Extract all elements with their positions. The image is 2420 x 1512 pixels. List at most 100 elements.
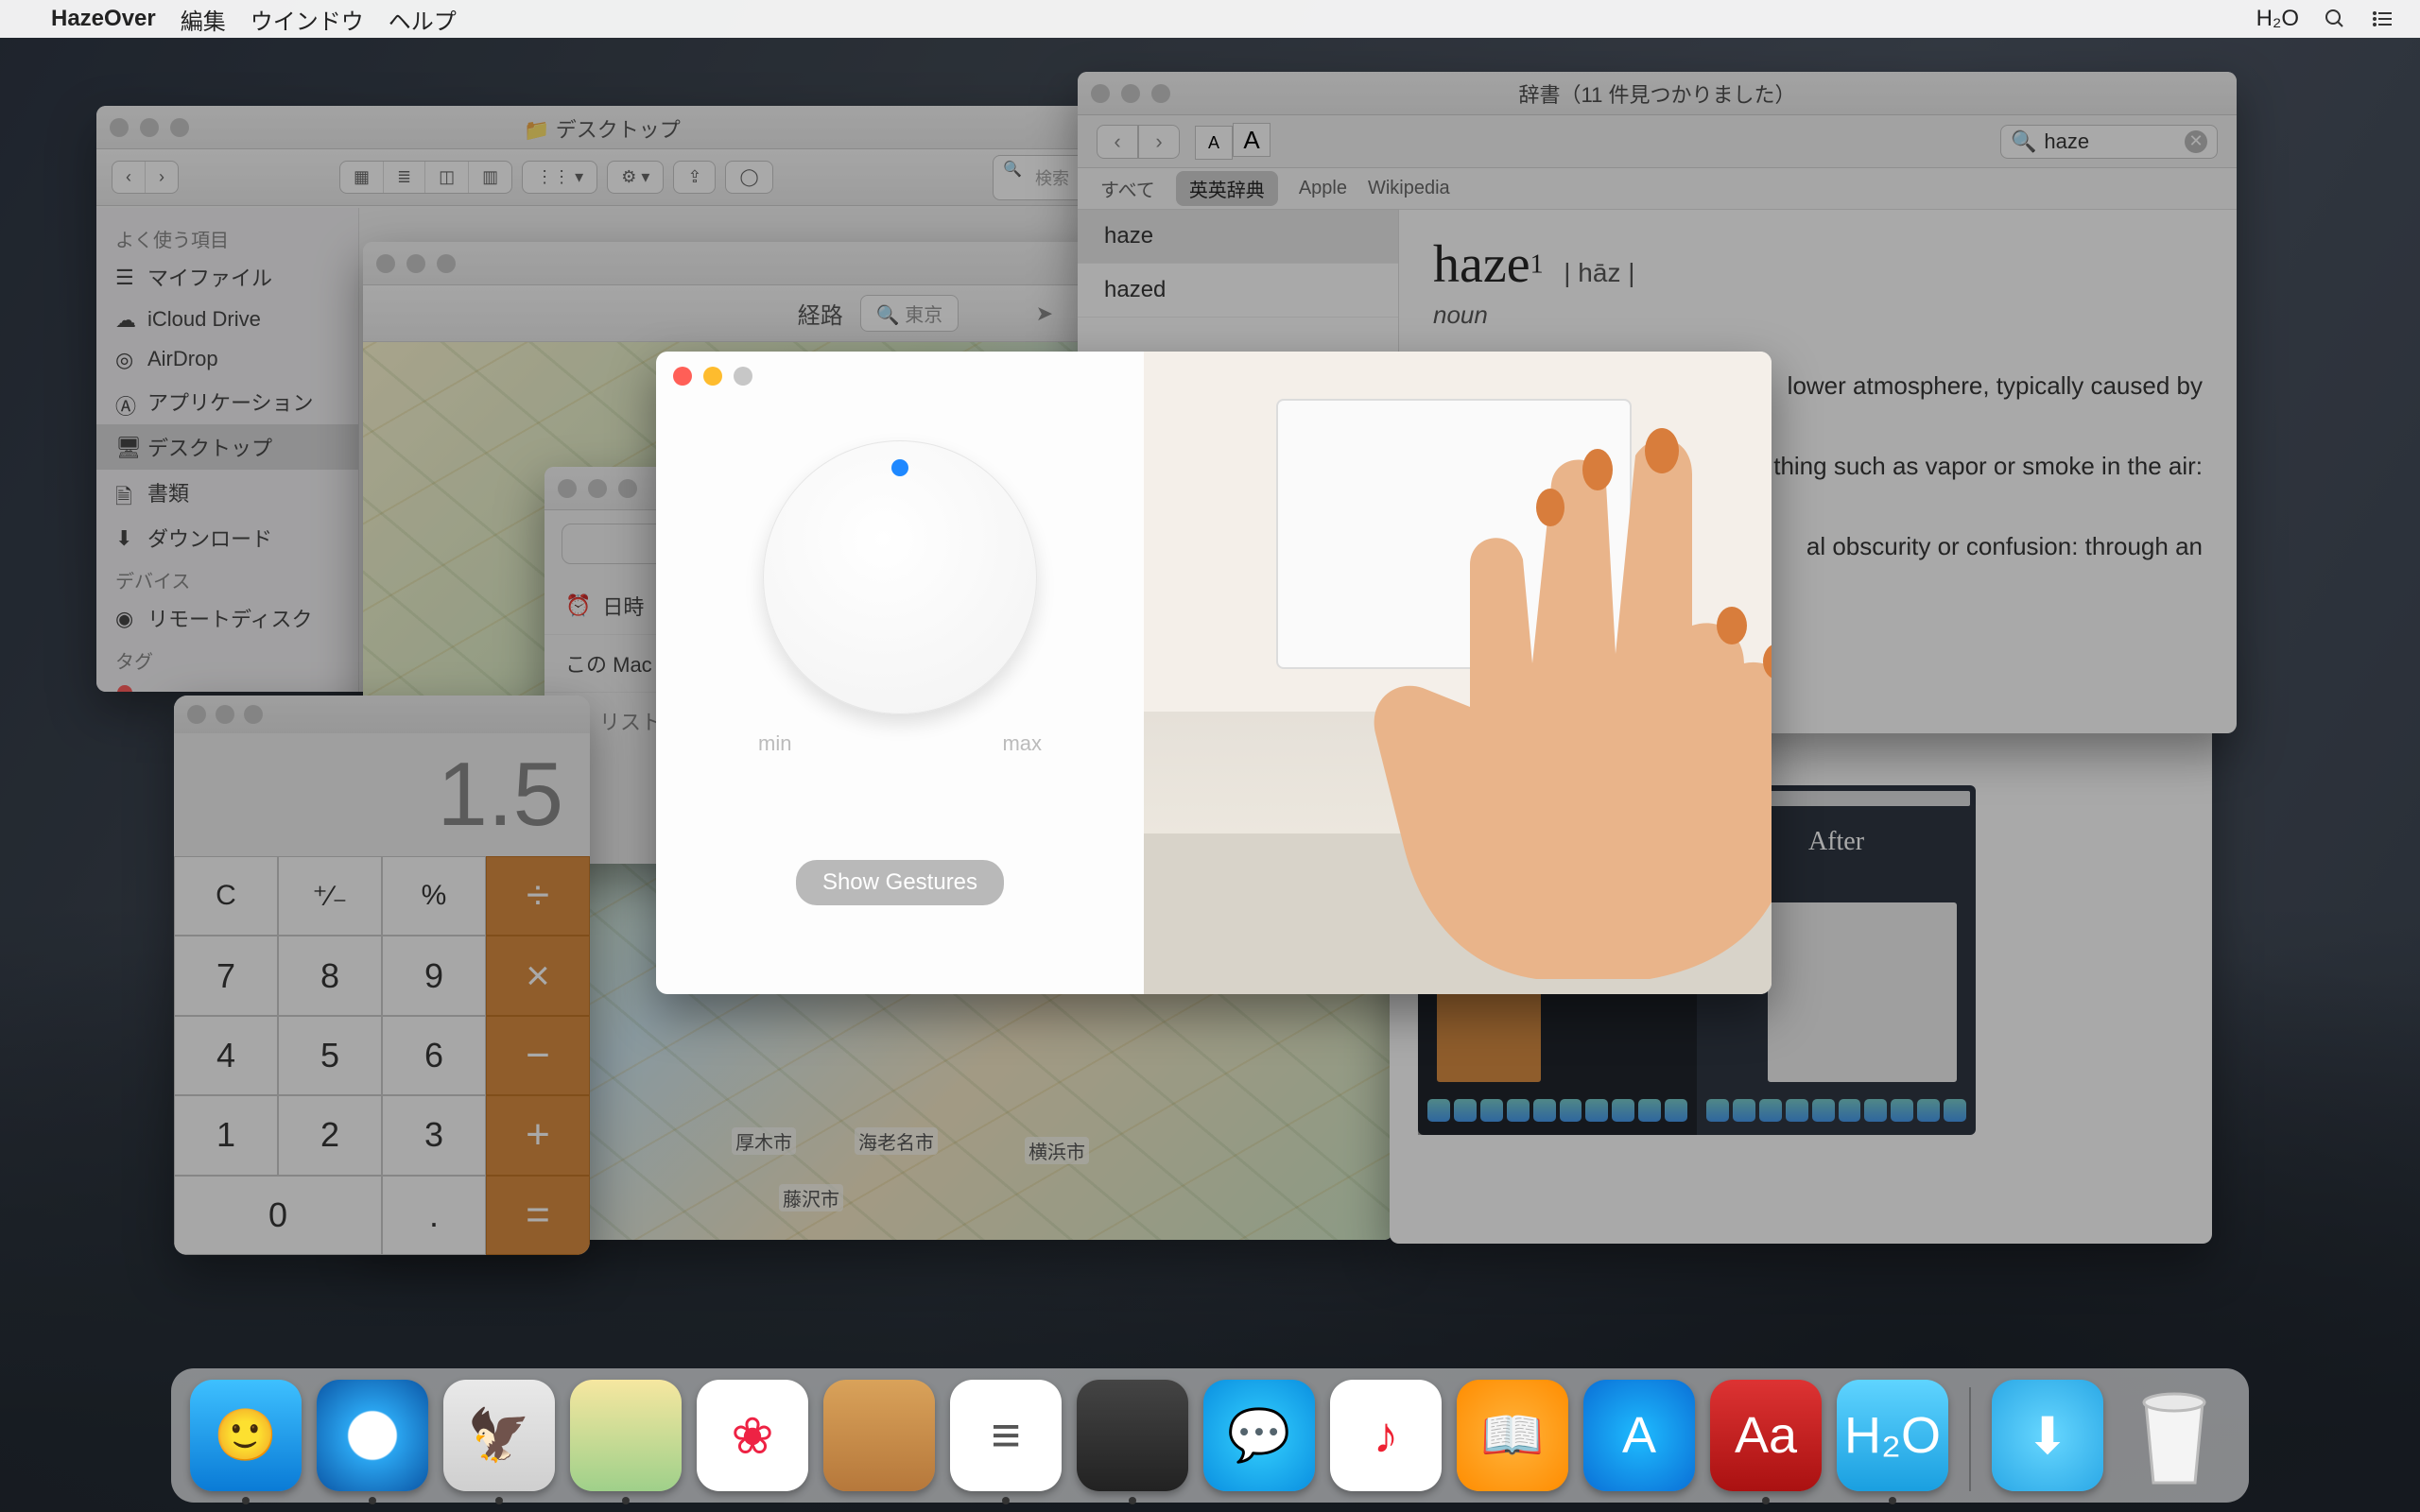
dock-downloads[interactable]: ⬇ bbox=[1992, 1380, 2103, 1491]
result-hazed[interactable]: hazed bbox=[1078, 264, 1398, 318]
finder-title: デスクトップ bbox=[556, 118, 681, 142]
dial-max: max bbox=[1002, 731, 1042, 756]
key-multiply[interactable]: × bbox=[486, 936, 590, 1015]
dock: 🙂 🦅 ❀ ≡ 💬♪📖AAaH₂O ⬇ bbox=[171, 1368, 2249, 1503]
menubar-item-window[interactable]: ウインドウ bbox=[251, 3, 364, 36]
key-decimal[interactable]: . bbox=[382, 1176, 486, 1255]
menubar-app-name[interactable]: HazeOver bbox=[51, 6, 156, 32]
dial-indicator bbox=[891, 459, 908, 476]
key-9[interactable]: 9 bbox=[382, 936, 486, 1015]
dock-photos[interactable]: ❀ bbox=[697, 1380, 808, 1491]
src-apple[interactable]: Apple bbox=[1299, 178, 1347, 199]
dict-fontsize[interactable]: AA bbox=[1195, 123, 1270, 160]
location-icon[interactable]: ➤ bbox=[1036, 301, 1053, 326]
sidebar-header-favorites: よく使う項目 bbox=[96, 219, 358, 254]
menubar: HazeOver 編集 ウインドウ ヘルプ H₂O bbox=[0, 0, 2420, 38]
key-2[interactable]: 2 bbox=[278, 1095, 382, 1175]
dock-messages[interactable]: 💬 bbox=[1203, 1380, 1315, 1491]
dock-itunes[interactable]: ♪ bbox=[1330, 1380, 1442, 1491]
dock-mail[interactable]: 🦅 bbox=[443, 1380, 555, 1491]
dock-contacts[interactable] bbox=[823, 1380, 935, 1491]
result-haze[interactable]: haze bbox=[1078, 210, 1398, 264]
minimize-icon[interactable] bbox=[140, 118, 159, 137]
dock-safari[interactable] bbox=[317, 1380, 428, 1491]
dock-calculator[interactable] bbox=[1077, 1380, 1188, 1491]
menubar-item-edit[interactable]: 編集 bbox=[181, 3, 226, 36]
sidebar-item-icloud[interactable]: ☁iCloud Drive bbox=[96, 300, 358, 339]
hand-illustration bbox=[1361, 418, 1772, 985]
zoom-icon[interactable] bbox=[244, 705, 263, 724]
minimize-icon[interactable] bbox=[216, 705, 234, 724]
key-5[interactable]: 5 bbox=[278, 1016, 382, 1095]
dial-min: min bbox=[758, 731, 791, 756]
intensity-dial[interactable] bbox=[763, 440, 1037, 714]
key-minus[interactable]: − bbox=[486, 1016, 590, 1095]
share-button[interactable]: ⇪ bbox=[673, 161, 716, 194]
key-negate[interactable]: ⁺∕₋ bbox=[278, 856, 382, 936]
key-percent[interactable]: % bbox=[382, 856, 486, 936]
sidebar-item-documents[interactable]: 🗎書類 bbox=[96, 470, 358, 515]
calc-keypad: C ⁺∕₋ % ÷ 7 8 9 × 4 5 6 − 1 2 3 + 0 . = bbox=[174, 856, 590, 1255]
spotlight-icon[interactable] bbox=[2324, 8, 2346, 30]
menubar-item-help[interactable]: ヘルプ bbox=[389, 3, 457, 36]
tag-red[interactable] bbox=[117, 685, 132, 692]
sidebar-item-myfiles[interactable]: ☰マイファイル bbox=[96, 254, 358, 300]
clear-icon[interactable]: ✕ bbox=[2185, 130, 2207, 153]
calculator-window: 1.5 C ⁺∕₋ % ÷ 7 8 9 × 4 5 6 − 1 2 3 + 0 … bbox=[174, 696, 590, 1255]
dock-finder[interactable]: 🙂 bbox=[190, 1380, 302, 1491]
finder-sidebar: よく使う項目 ☰マイファイル ☁iCloud Drive ◎AirDrop Ⓐア… bbox=[96, 208, 359, 692]
dock-hazeover[interactable]: H₂O bbox=[1837, 1380, 1948, 1491]
dict-search-value: haze bbox=[2044, 129, 2089, 154]
key-8[interactable]: 8 bbox=[278, 936, 382, 1015]
sidebar-item-remotedisc[interactable]: ◉リモートディスク bbox=[96, 595, 358, 641]
map-label: 横浜市 bbox=[1025, 1137, 1089, 1164]
hazeover-prefs-window: min max Show Gestures bbox=[656, 352, 1772, 994]
dock-dictionary[interactable]: Aa bbox=[1710, 1380, 1822, 1491]
dict-sources: すべて 英英辞典 Apple Wikipedia bbox=[1078, 168, 2237, 210]
key-0[interactable]: 0 bbox=[174, 1176, 382, 1255]
sidebar-header-devices: デバイス bbox=[96, 560, 358, 595]
arrange-menu[interactable]: ⋮⋮ ▾ bbox=[522, 161, 597, 194]
show-gestures-button[interactable]: Show Gestures bbox=[796, 860, 1004, 905]
key-3[interactable]: 3 bbox=[382, 1095, 486, 1175]
dock-appstore[interactable]: A bbox=[1583, 1380, 1695, 1491]
maps-title: 経路 bbox=[798, 297, 843, 330]
sidebar-item-desktop[interactable]: 🖥デスクトップ bbox=[96, 424, 358, 470]
src-eiei[interactable]: 英英辞典 bbox=[1176, 171, 1278, 206]
finder-titlebar[interactable]: 📁 デスクトップ bbox=[96, 106, 1108, 149]
dict-search[interactable]: 🔍haze ✕ bbox=[2000, 125, 2218, 159]
src-all[interactable]: すべて bbox=[1100, 175, 1155, 202]
sidebar-item-airdrop[interactable]: ◎AirDrop bbox=[96, 339, 358, 379]
dict-nav[interactable]: ‹› bbox=[1097, 125, 1180, 159]
action-menu[interactable]: ⚙ ▾ bbox=[607, 161, 664, 194]
dict-titlebar[interactable]: 辞書（11 件見つかりました） bbox=[1078, 72, 2237, 115]
calc-display: 1.5 bbox=[174, 733, 590, 856]
close-icon[interactable] bbox=[187, 705, 206, 724]
key-4[interactable]: 4 bbox=[174, 1016, 278, 1095]
zoom-icon[interactable] bbox=[170, 118, 189, 137]
key-clear[interactable]: C bbox=[174, 856, 278, 936]
key-7[interactable]: 7 bbox=[174, 936, 278, 1015]
sidebar-item-downloads[interactable]: ⬇ダウンロード bbox=[96, 515, 358, 560]
sidebar-item-apps[interactable]: Ⓐアプリケーション bbox=[96, 379, 358, 424]
maps-search[interactable]: 🔍 東京 bbox=[860, 295, 959, 332]
tags-button[interactable]: ◯ bbox=[725, 161, 772, 194]
dock-trash[interactable] bbox=[2118, 1380, 2230, 1491]
key-6[interactable]: 6 bbox=[382, 1016, 486, 1095]
dock-maps[interactable] bbox=[570, 1380, 682, 1491]
key-divide[interactable]: ÷ bbox=[486, 856, 590, 936]
close-icon[interactable] bbox=[110, 118, 129, 137]
key-plus[interactable]: + bbox=[486, 1095, 590, 1175]
key-equals[interactable]: = bbox=[486, 1176, 590, 1255]
dock-ibooks[interactable]: 📖 bbox=[1457, 1380, 1568, 1491]
map-label: 海老名市 bbox=[855, 1127, 938, 1155]
src-wiki[interactable]: Wikipedia bbox=[1368, 178, 1450, 199]
map-label: 厚木市 bbox=[732, 1127, 796, 1155]
view-switcher[interactable]: ▦≣◫▥ bbox=[339, 161, 512, 194]
menu-extras-icon[interactable] bbox=[2371, 8, 2394, 30]
menubar-extra-h2o[interactable]: H₂O bbox=[2256, 6, 2299, 32]
key-1[interactable]: 1 bbox=[174, 1095, 278, 1175]
nav-back-forward[interactable]: ‹› bbox=[112, 161, 179, 194]
dock-reminders[interactable]: ≡ bbox=[950, 1380, 1062, 1491]
finder-toolbar: ‹› ▦≣◫▥ ⋮⋮ ▾ ⚙ ▾ ⇪ ◯ 🔍 検索 bbox=[96, 149, 1108, 206]
